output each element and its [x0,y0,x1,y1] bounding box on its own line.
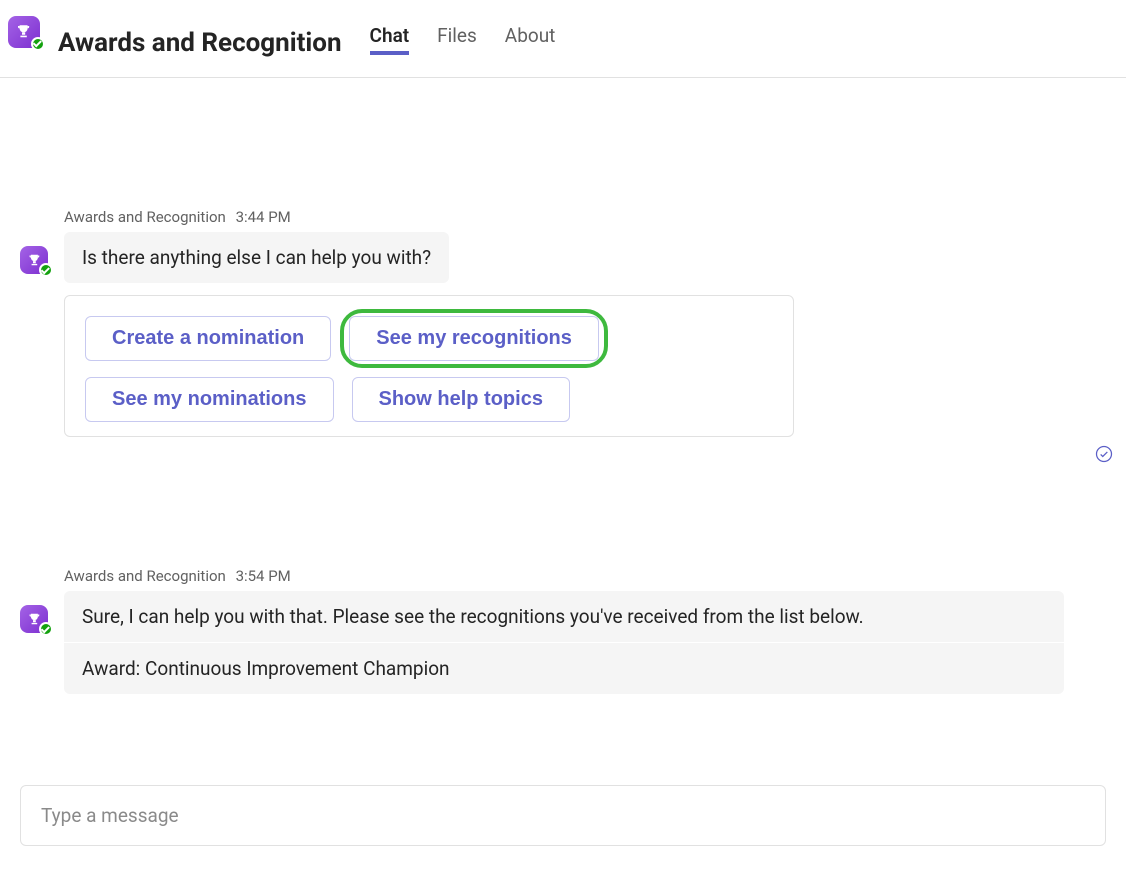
app-avatar [8,16,40,48]
button-label: See my recognitions [376,327,572,349]
message-group: Awards and Recognition 3:44 PM Is there … [20,208,1106,437]
header-tabs: Chat Files About [370,8,556,77]
compose-area: Type a message [20,785,1106,846]
message-time: 3:54 PM [236,567,291,585]
create-nomination-button[interactable]: Create a nomination [85,316,331,361]
sender-name: Awards and Recognition [64,208,226,226]
chat-header: Awards and Recognition Chat Files About [0,0,1126,78]
action-card: Create a nomination See my recognitions … [64,295,794,437]
message-input[interactable]: Type a message [20,785,1106,846]
see-my-recognitions-button[interactable]: See my recognitions [349,316,599,361]
tab-chat[interactable]: Chat [370,24,410,55]
message-group: Awards and Recognition 3:54 PM Sure, I c… [20,567,1106,694]
presence-available-icon [39,263,53,277]
message-thread[interactable]: Awards and Recognition 3:44 PM Is there … [20,98,1106,785]
message-bubble: Award: Continuous Improvement Champion [64,643,1064,694]
tab-about[interactable]: About [505,24,556,55]
read-receipt-icon [1094,444,1106,464]
presence-available-icon [39,622,53,636]
chat-area: Awards and Recognition 3:44 PM Is there … [0,78,1126,874]
presence-available-icon [31,37,45,51]
show-help-topics-button[interactable]: Show help topics [352,377,570,422]
sender-name: Awards and Recognition [64,567,226,585]
message-bubble: Is there anything else I can help you wi… [64,232,449,283]
message-time: 3:44 PM [236,208,291,226]
sender-avatar [20,246,48,274]
message-bubble: Sure, I can help you with that. Please s… [64,591,1064,642]
page-title: Awards and Recognition [58,28,342,58]
tab-files[interactable]: Files [437,24,477,55]
message-meta: Awards and Recognition 3:44 PM [64,208,1064,226]
sender-avatar [20,605,48,633]
see-my-nominations-button[interactable]: See my nominations [85,377,334,422]
message-meta: Awards and Recognition 3:54 PM [64,567,1064,585]
